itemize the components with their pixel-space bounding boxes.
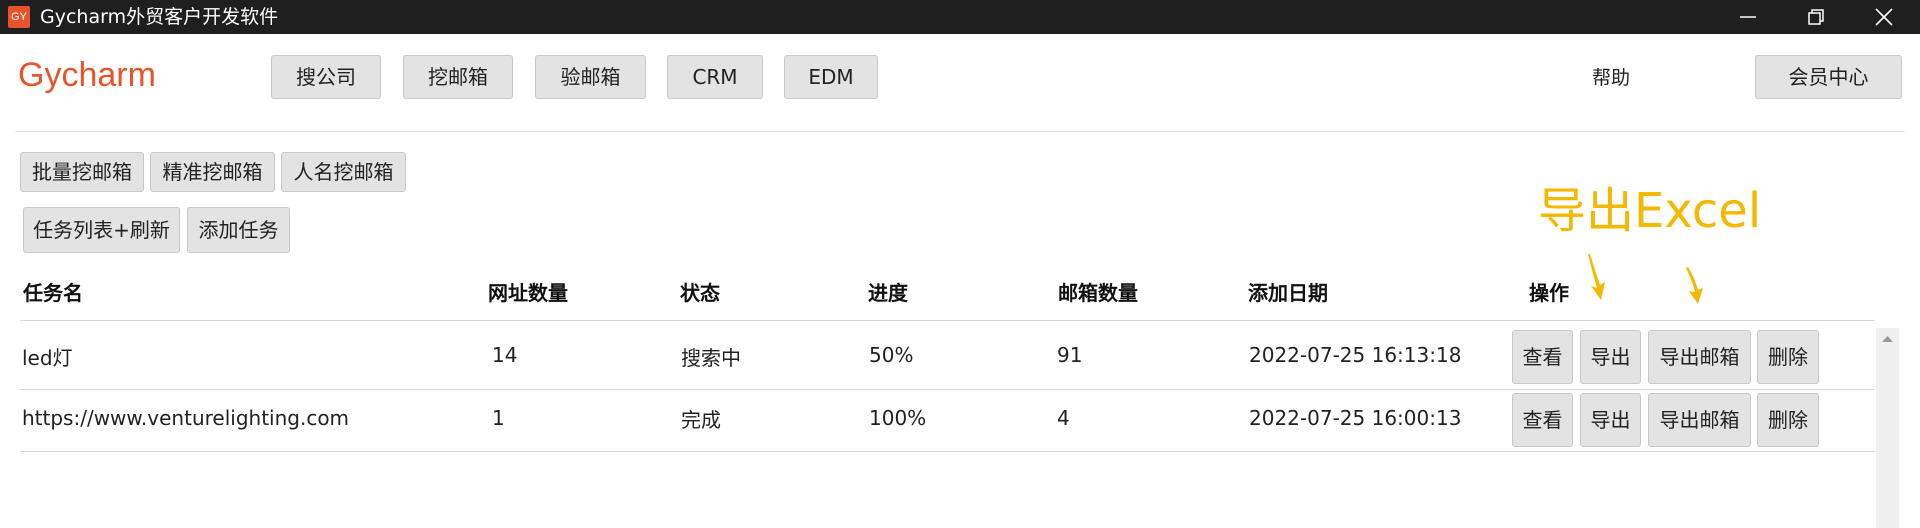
add-task-button[interactable]: 添加任务 [187, 207, 290, 253]
col-actions: 操作 [1529, 281, 1569, 305]
annotation-arrow-icon [1686, 267, 1703, 304]
app-logo-icon: GY [8, 6, 30, 28]
row-divider [20, 451, 1875, 452]
brand-logo: Gycharm [18, 56, 156, 94]
view-button[interactable]: 查看 [1512, 330, 1573, 384]
delete-button[interactable]: 删除 [1757, 393, 1819, 447]
table-header-divider [20, 320, 1875, 321]
row-divider [20, 389, 1875, 390]
nav-dig-email-button[interactable]: 挖邮箱 [403, 55, 513, 99]
nav-crm-button[interactable]: CRM [667, 55, 763, 99]
status-text: 搜索中 [681, 346, 741, 370]
help-link[interactable]: 帮助 [1592, 62, 1634, 94]
precise-dig-email-button[interactable]: 精准挖邮箱 [150, 152, 275, 192]
status-text: 完成 [681, 408, 721, 432]
annotation-arrow-icon [1588, 254, 1605, 300]
export-excel-annotation: 导出Excel [1538, 183, 1762, 239]
col-status: 状态 [680, 281, 720, 305]
progress-text: 50% [869, 343, 914, 367]
export-button[interactable]: 导出 [1580, 330, 1641, 384]
delete-button[interactable]: 删除 [1757, 330, 1819, 384]
col-task-name: 任务名 [23, 281, 83, 305]
url-count: 1 [492, 406, 505, 430]
url-count: 14 [492, 343, 518, 367]
name-dig-email-button[interactable]: 人名挖邮箱 [281, 152, 406, 192]
email-count: 91 [1057, 343, 1083, 367]
nav-edm-button[interactable]: EDM [784, 55, 878, 99]
close-icon [1875, 8, 1893, 26]
email-count: 4 [1057, 406, 1070, 430]
title-bar: GY Gycharm外贸客户开发软件 [0, 0, 1920, 34]
window-title: Gycharm外贸客户开发软件 [40, 6, 279, 28]
nav-verify-email-button[interactable]: 验邮箱 [535, 55, 646, 99]
header-divider [15, 131, 1905, 132]
export-email-button[interactable]: 导出邮箱 [1648, 330, 1751, 384]
minimize-icon [1740, 16, 1756, 18]
col-progress: 进度 [868, 281, 908, 305]
export-button[interactable]: 导出 [1580, 393, 1641, 447]
scroll-up-arrow-icon[interactable] [1876, 328, 1899, 350]
export-email-button[interactable]: 导出邮箱 [1648, 393, 1751, 447]
add-date: 2022-07-25 16:00:13 [1249, 406, 1462, 430]
vertical-scrollbar[interactable] [1876, 328, 1899, 528]
member-center-button[interactable]: 会员中心 [1755, 55, 1902, 99]
minimize-button[interactable] [1714, 0, 1782, 34]
col-email-count: 邮箱数量 [1058, 281, 1138, 305]
col-url-count: 网址数量 [488, 281, 568, 305]
close-button[interactable] [1850, 0, 1918, 34]
task-name: https://www.venturelighting.com [22, 406, 350, 430]
restore-icon [1808, 9, 1824, 25]
task-list-refresh-button[interactable]: 任务列表+刷新 [23, 207, 180, 253]
view-button[interactable]: 查看 [1512, 393, 1573, 447]
progress-text: 100% [869, 406, 927, 430]
add-date: 2022-07-25 16:13:18 [1249, 343, 1462, 367]
col-add-date: 添加日期 [1248, 281, 1328, 305]
nav-search-company-button[interactable]: 搜公司 [271, 55, 381, 99]
task-name: led灯 [22, 346, 73, 370]
batch-dig-email-button[interactable]: 批量挖邮箱 [20, 152, 144, 192]
restore-button[interactable] [1782, 0, 1850, 34]
